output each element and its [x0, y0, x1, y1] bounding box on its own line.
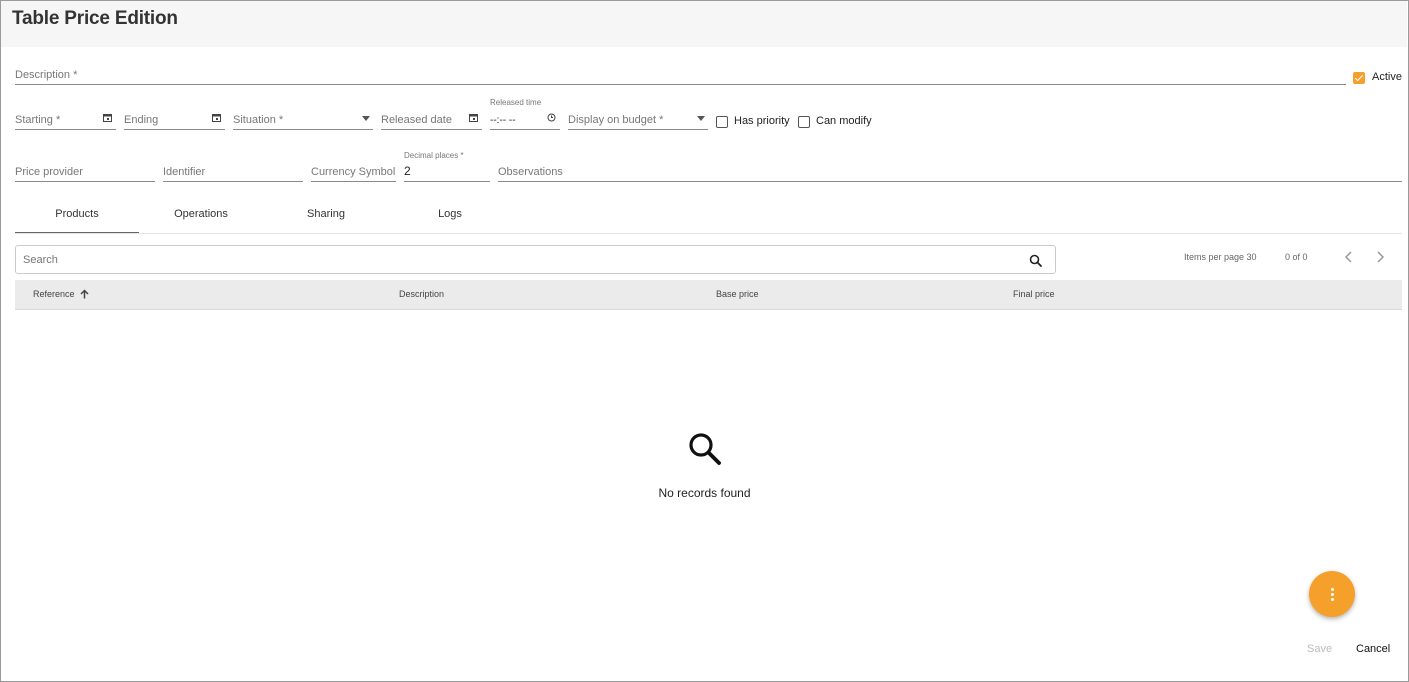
observations-placeholder: Observations	[498, 166, 563, 178]
dropdown-arrow-icon	[697, 116, 705, 121]
tab-operations[interactable]: Operations	[139, 199, 263, 234]
items-per-page[interactable]: Items per page 30	[1184, 252, 1257, 262]
situation-select[interactable]: Situation *	[233, 108, 373, 130]
search-icon[interactable]	[1028, 253, 1044, 269]
tab-logs[interactable]: Logs	[388, 199, 512, 234]
can-modify-checkbox[interactable]	[798, 116, 810, 128]
page-title: Table Price Edition	[12, 8, 178, 29]
observations-field[interactable]: Observations	[498, 160, 1402, 182]
column-label: Reference	[33, 289, 75, 299]
cancel-button[interactable]: Cancel	[1356, 643, 1390, 655]
price-provider-field[interactable]: Price provider	[15, 160, 155, 182]
currency-symbol-placeholder: Currency Symbol	[311, 166, 396, 178]
column-header-base-price[interactable]: Base price	[716, 289, 759, 299]
description-field[interactable]: Description *	[15, 63, 1346, 85]
situation-placeholder: Situation *	[233, 114, 284, 126]
chevron-left-icon[interactable]	[1341, 249, 1357, 265]
page-range: 0 of 0	[1285, 252, 1308, 262]
decimal-places-label: Decimal places *	[404, 151, 464, 160]
has-priority-checkbox[interactable]	[716, 116, 728, 128]
table-header: Reference Description Base price Final p…	[15, 280, 1402, 310]
search-bar[interactable]	[15, 245, 1056, 274]
price-provider-placeholder: Price provider	[15, 166, 83, 178]
display-on-budget-placeholder: Display on budget *	[568, 114, 664, 126]
decimal-places-field[interactable]: Decimal places * 2	[404, 151, 490, 182]
starting-date-field[interactable]: Starting *	[15, 108, 116, 130]
identifier-field[interactable]: Identifier	[163, 160, 303, 182]
dropdown-arrow-icon	[362, 116, 370, 121]
save-button[interactable]: Save	[1307, 643, 1332, 655]
active-label: Active	[1372, 71, 1402, 83]
calendar-icon[interactable]	[469, 113, 478, 125]
active-checkbox[interactable]	[1353, 72, 1365, 84]
more-actions-button[interactable]	[1309, 571, 1355, 617]
search-icon	[686, 430, 724, 473]
decimal-places-value: 2	[404, 164, 411, 178]
ending-placeholder: Ending	[124, 114, 159, 126]
window	[0, 0, 1409, 682]
released-time-value: --:-- --	[490, 115, 516, 126]
released-date-placeholder: Released date	[381, 114, 452, 126]
identifier-placeholder: Identifier	[163, 166, 206, 178]
page-header: Table Price Edition	[1, 1, 1407, 47]
tab-sharing[interactable]: Sharing	[264, 199, 388, 234]
starting-placeholder: Starting *	[15, 114, 61, 126]
can-modify-label: Can modify	[816, 115, 872, 127]
tab-divider	[15, 233, 1402, 234]
description-placeholder: Description *	[15, 69, 78, 81]
empty-state-text: No records found	[658, 486, 751, 500]
tab-products[interactable]: Products	[15, 199, 139, 234]
released-date-field[interactable]: Released date	[381, 108, 482, 130]
calendar-icon[interactable]	[103, 113, 112, 125]
column-header-reference[interactable]: Reference	[33, 289, 89, 301]
calendar-icon[interactable]	[212, 113, 221, 125]
display-on-budget-select[interactable]: Display on budget *	[568, 108, 708, 130]
currency-symbol-field[interactable]: Currency Symbol	[311, 160, 396, 182]
released-time-label: Released time	[490, 98, 542, 107]
empty-state	[0, 430, 1409, 473]
clock-icon[interactable]	[547, 113, 556, 125]
arrow-up-icon	[80, 289, 89, 301]
has-priority-label: Has priority	[734, 115, 790, 127]
chevron-right-icon[interactable]	[1372, 249, 1388, 265]
column-header-final-price[interactable]: Final price	[1013, 289, 1055, 299]
column-header-description[interactable]: Description	[399, 289, 444, 299]
search-input[interactable]	[23, 251, 1003, 269]
ending-date-field[interactable]: Ending	[124, 108, 225, 130]
released-time-field[interactable]: Released time --:-- --	[490, 98, 560, 130]
